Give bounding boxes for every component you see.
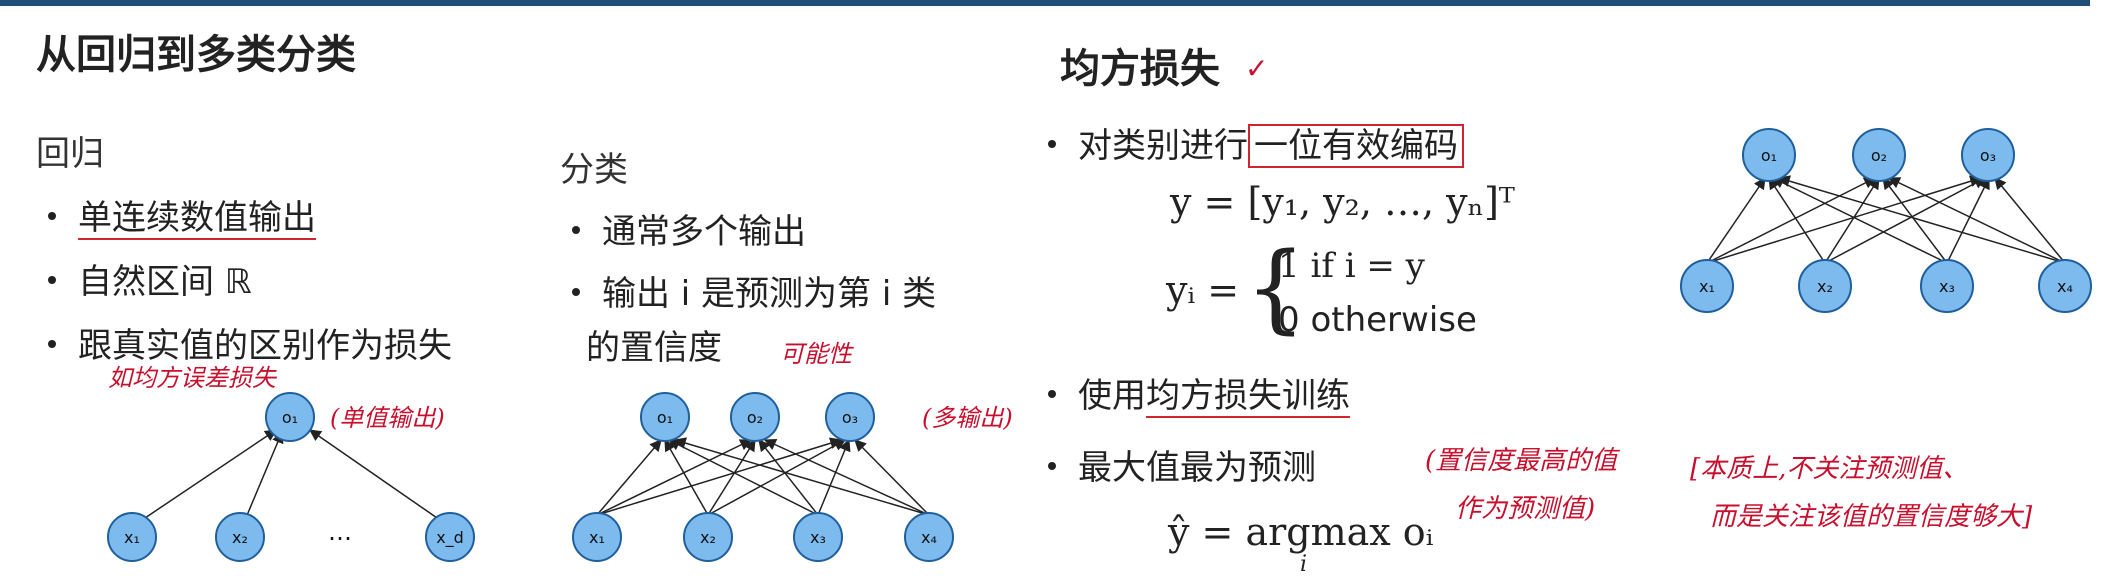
formula-case-1: 1 if i = y bbox=[1278, 246, 1425, 286]
node-xd: x_d bbox=[425, 512, 475, 562]
right-network-diagram: o₁ o₂ o₃ x₁ x₂ x₃ x₄ bbox=[1680, 128, 2092, 313]
svg-text:o₃: o₃ bbox=[842, 408, 858, 427]
classification-bullet-2-text: 输出 i 是预测为第 i 类 bbox=[602, 274, 937, 314]
annotation-conf-line-2: 作为预测值) bbox=[1455, 494, 1596, 524]
node-x2: x₂ bbox=[683, 512, 733, 562]
node-x3: x₃ bbox=[1920, 259, 1974, 313]
svg-text:x₁: x₁ bbox=[124, 528, 140, 547]
svg-text:x₄: x₄ bbox=[921, 528, 937, 547]
svg-text:o₁: o₁ bbox=[282, 408, 298, 427]
check-mark-icon: ✓ bbox=[1245, 52, 1269, 85]
bullet-dot bbox=[48, 339, 56, 348]
node-x4: x₄ bbox=[2038, 259, 2092, 313]
node-o3: o₃ bbox=[1961, 128, 2015, 182]
node-o2: o₂ bbox=[730, 392, 780, 442]
svg-text:o₂: o₂ bbox=[747, 408, 763, 427]
right-bullet-1-prefix: 对类别进行 bbox=[1078, 126, 1248, 166]
right-bullet-3-text: 最大值最为预测 bbox=[1078, 448, 1316, 488]
node-o1: o₁ bbox=[1742, 128, 1796, 182]
node-x1: x₁ bbox=[1680, 259, 1734, 313]
formula-argmax: ŷ = argmax oᵢ bbox=[1168, 510, 1434, 554]
right-bullet-3: 最大值最为预测 bbox=[1048, 440, 1316, 489]
regression-bullet-2-text: 自然区间 ℝ bbox=[78, 262, 252, 302]
right-title: 均方损失 bbox=[1060, 46, 1220, 92]
classification-heading: 分类 bbox=[560, 150, 628, 190]
svg-text:x₄: x₄ bbox=[2057, 277, 2073, 296]
right-bullet-2-prefix: 使用 bbox=[1078, 376, 1146, 416]
bullet-dot bbox=[572, 225, 580, 234]
svg-text:x₂: x₂ bbox=[700, 528, 716, 547]
svg-text:o₃: o₃ bbox=[1980, 146, 1996, 165]
classification-bullet-1: 通常多个输出 bbox=[572, 204, 806, 253]
bullet-dot bbox=[1048, 389, 1056, 398]
node-o1: o₁ bbox=[265, 392, 315, 442]
bullet-dot bbox=[48, 275, 56, 284]
regression-bullet-1-text: 单连续数值输出 bbox=[78, 198, 316, 240]
svg-text:x₃: x₃ bbox=[810, 528, 826, 547]
classification-network-diagram: o₁ o₂ o₃ x₁ x₂ x₃ x₄ bbox=[572, 392, 954, 562]
svg-text:x₂: x₂ bbox=[232, 528, 248, 547]
regression-heading: 回归 bbox=[36, 134, 104, 174]
svg-text:x₂: x₂ bbox=[1817, 277, 1833, 296]
node-o1: o₁ bbox=[640, 392, 690, 442]
annotation-care-line-1: [本质上,不关注预测值、 bbox=[1690, 454, 1969, 484]
svg-text:x₃: x₃ bbox=[1939, 277, 1955, 296]
right-bullet-2-underlined: 均方损失训练 bbox=[1146, 376, 1350, 418]
classification-bullet-2-cont: 的置信度 bbox=[586, 328, 722, 368]
node-x4: x₄ bbox=[904, 512, 954, 562]
bullet-dot bbox=[1048, 461, 1056, 470]
svg-text:x₁: x₁ bbox=[589, 528, 605, 547]
right-bullet-1: 对类别进行 一位有效编码 bbox=[1048, 118, 1464, 168]
bullet-dot bbox=[48, 211, 56, 220]
regression-bullet-2: 自然区间 ℝ bbox=[48, 254, 252, 303]
node-x2: x₂ bbox=[1798, 259, 1852, 313]
regression-bullet-1: 单连续数值输出 bbox=[48, 190, 316, 240]
formula-argmax-sub: i bbox=[1300, 552, 1308, 577]
formula-y-vector: y = [y₁, y₂, …, yₙ]ᵀ bbox=[1170, 180, 1515, 224]
right-bullet-2: 使用均方损失训练 bbox=[1048, 368, 1350, 418]
svg-text:o₁: o₁ bbox=[657, 408, 673, 427]
node-o3: o₃ bbox=[825, 392, 875, 442]
svg-text:x_d: x_d bbox=[436, 528, 464, 548]
ellipsis: … bbox=[328, 518, 352, 546]
classification-bullet-1-text: 通常多个输出 bbox=[602, 212, 806, 252]
formula-yi-lhs: yᵢ = bbox=[1166, 268, 1240, 312]
node-x2: x₂ bbox=[215, 512, 265, 562]
bullet-dot bbox=[572, 287, 580, 296]
classification-bullet-2: 输出 i 是预测为第 i 类 bbox=[572, 266, 936, 315]
node-x1: x₁ bbox=[572, 512, 622, 562]
left-title: 从回归到多类分类 bbox=[36, 32, 356, 78]
svg-text:o₁: o₁ bbox=[1761, 146, 1777, 165]
regression-network-diagram: o₁ x₁ x₂ … x_d bbox=[107, 392, 475, 562]
node-x3: x₃ bbox=[793, 512, 843, 562]
svg-text:x₁: x₁ bbox=[1699, 277, 1715, 296]
annotation-care-line-2: 而是关注该值的置信度够大] bbox=[1710, 502, 2033, 532]
classification-note-prob: 可能性 bbox=[780, 340, 852, 368]
node-x1: x₁ bbox=[107, 512, 157, 562]
right-bullet-1-boxed: 一位有效编码 bbox=[1248, 124, 1464, 168]
annotation-conf-line-1: (置信度最高的值 bbox=[1425, 446, 1618, 476]
bullet-dot bbox=[1048, 139, 1056, 148]
formula-case-2: 0 otherwise bbox=[1278, 300, 1477, 340]
svg-text:o₂: o₂ bbox=[1871, 146, 1887, 165]
top-bar bbox=[0, 0, 2090, 6]
node-o2: o₂ bbox=[1852, 128, 1906, 182]
